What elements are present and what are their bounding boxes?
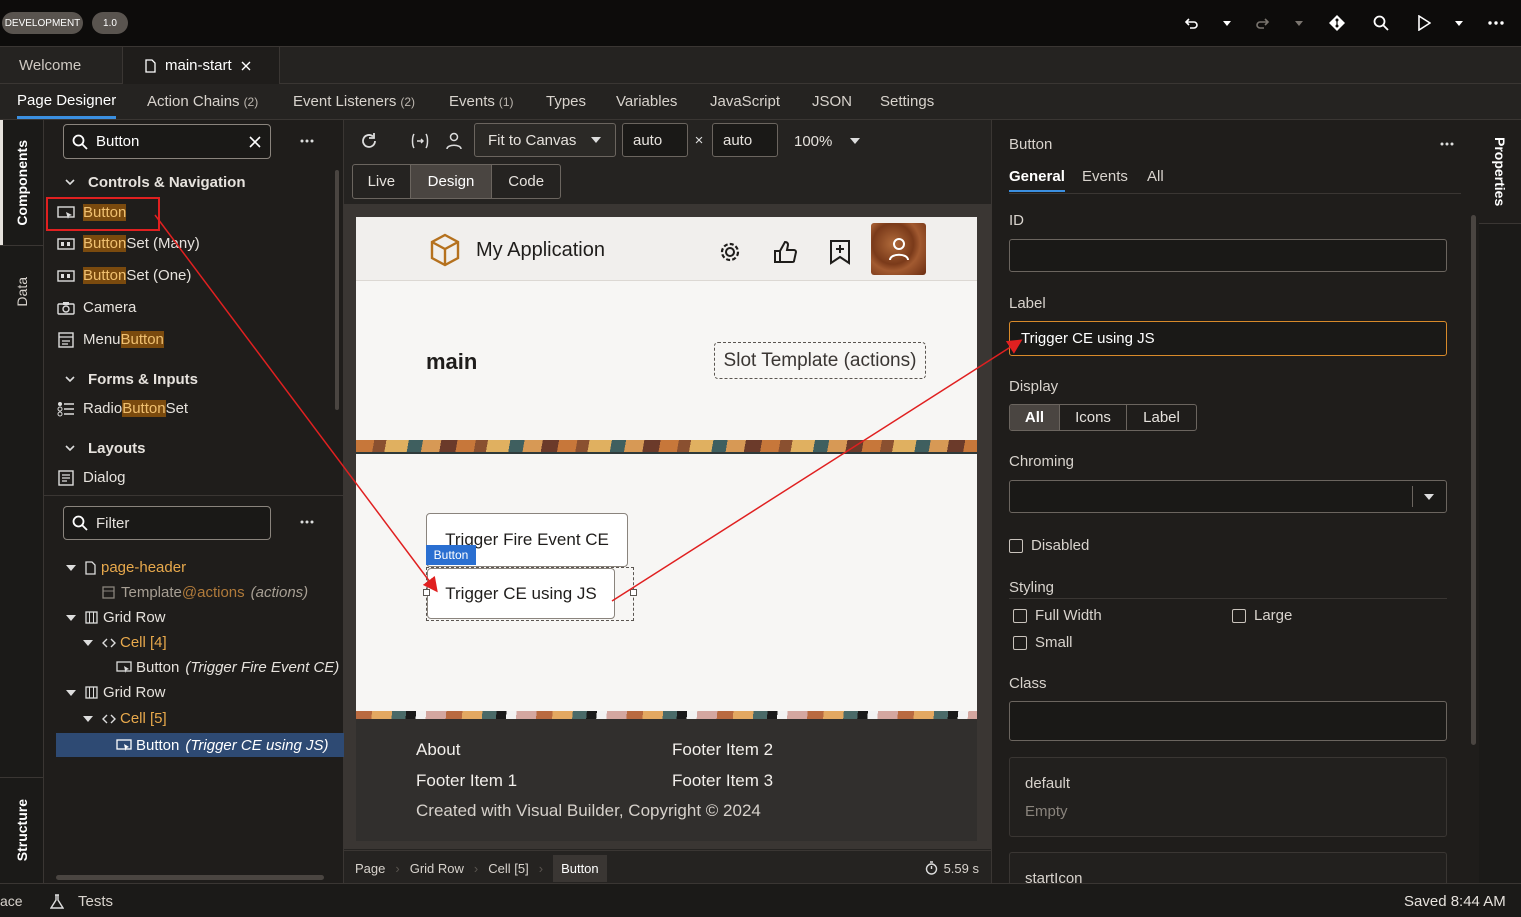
drag-arrows-annotation [154,214,1023,602]
